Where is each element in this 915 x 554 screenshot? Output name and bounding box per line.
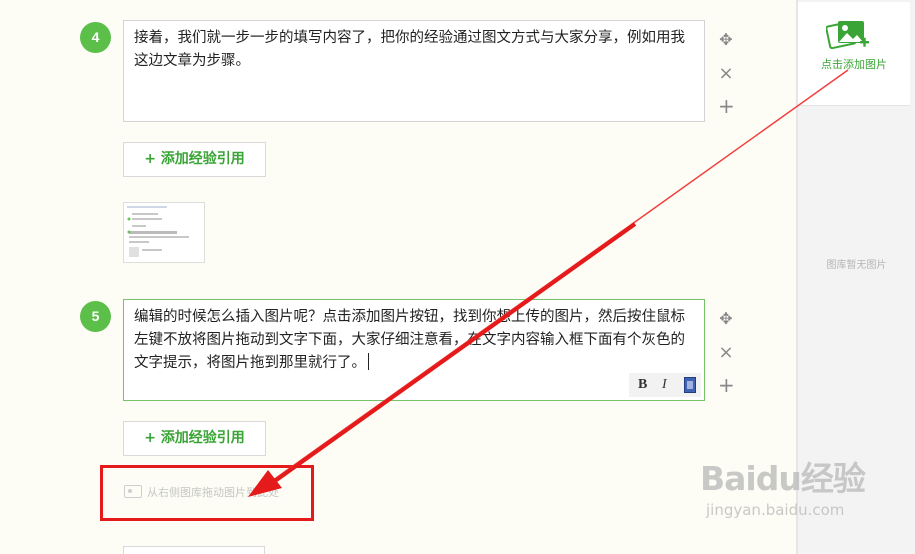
- add-image-icon: [826, 20, 869, 50]
- step-number-4: 4: [80, 22, 111, 53]
- editor-main: 4 接着，我们就一步一步的填写内容了，把你的经验通过图文方式与大家分享，例如用我…: [0, 0, 796, 554]
- add-reference-button[interactable]: + 添加经验引用: [123, 142, 266, 177]
- editor-toolbar: B I: [629, 373, 701, 397]
- bold-button[interactable]: B: [638, 377, 647, 393]
- annotation-highlight-box: [100, 465, 314, 521]
- italic-button[interactable]: I: [662, 377, 667, 393]
- thumbnail-graphic: [124, 203, 204, 262]
- add-step-icon[interactable]: +: [718, 96, 735, 116]
- step-4-text-input[interactable]: 接着，我们就一步一步的填写内容了，把你的经验通过图文方式与大家分享，例如用我这边…: [123, 20, 705, 122]
- film-icon[interactable]: [684, 377, 696, 393]
- next-step-button-partial[interactable]: [123, 546, 265, 554]
- add-step-icon[interactable]: +: [718, 375, 735, 395]
- delete-icon[interactable]: ×: [718, 65, 734, 83]
- step-number-5: 5: [80, 301, 111, 332]
- watermark-url: jingyan.baidu.com: [706, 501, 845, 519]
- step-4-image-thumbnail[interactable]: [123, 202, 205, 263]
- watermark-logo: Baidu经验: [700, 459, 866, 498]
- add-image-button[interactable]: 点击添加图片: [798, 2, 910, 106]
- text-cursor: [368, 353, 369, 370]
- empty-library-text: 图库暂无图片: [826, 260, 887, 271]
- move-icon[interactable]: ✥: [718, 32, 734, 48]
- add-image-label: 点击添加图片: [821, 58, 887, 71]
- step-5-text: 编辑的时候怎么插入图片呢？点击添加图片按钮，找到你想上传的图片，然后按住鼠标左键…: [134, 309, 685, 371]
- delete-icon[interactable]: ×: [718, 344, 734, 362]
- move-icon[interactable]: ✥: [718, 311, 734, 327]
- baidu-jingyan-watermark: Baidu经验 jingyan.baidu.com: [700, 452, 866, 519]
- step-5-text-input[interactable]: 编辑的时候怎么插入图片呢？点击添加图片按钮，找到你想上传的图片，然后按住鼠标左键…: [123, 299, 705, 401]
- add-reference-button[interactable]: + 添加经验引用: [123, 421, 266, 456]
